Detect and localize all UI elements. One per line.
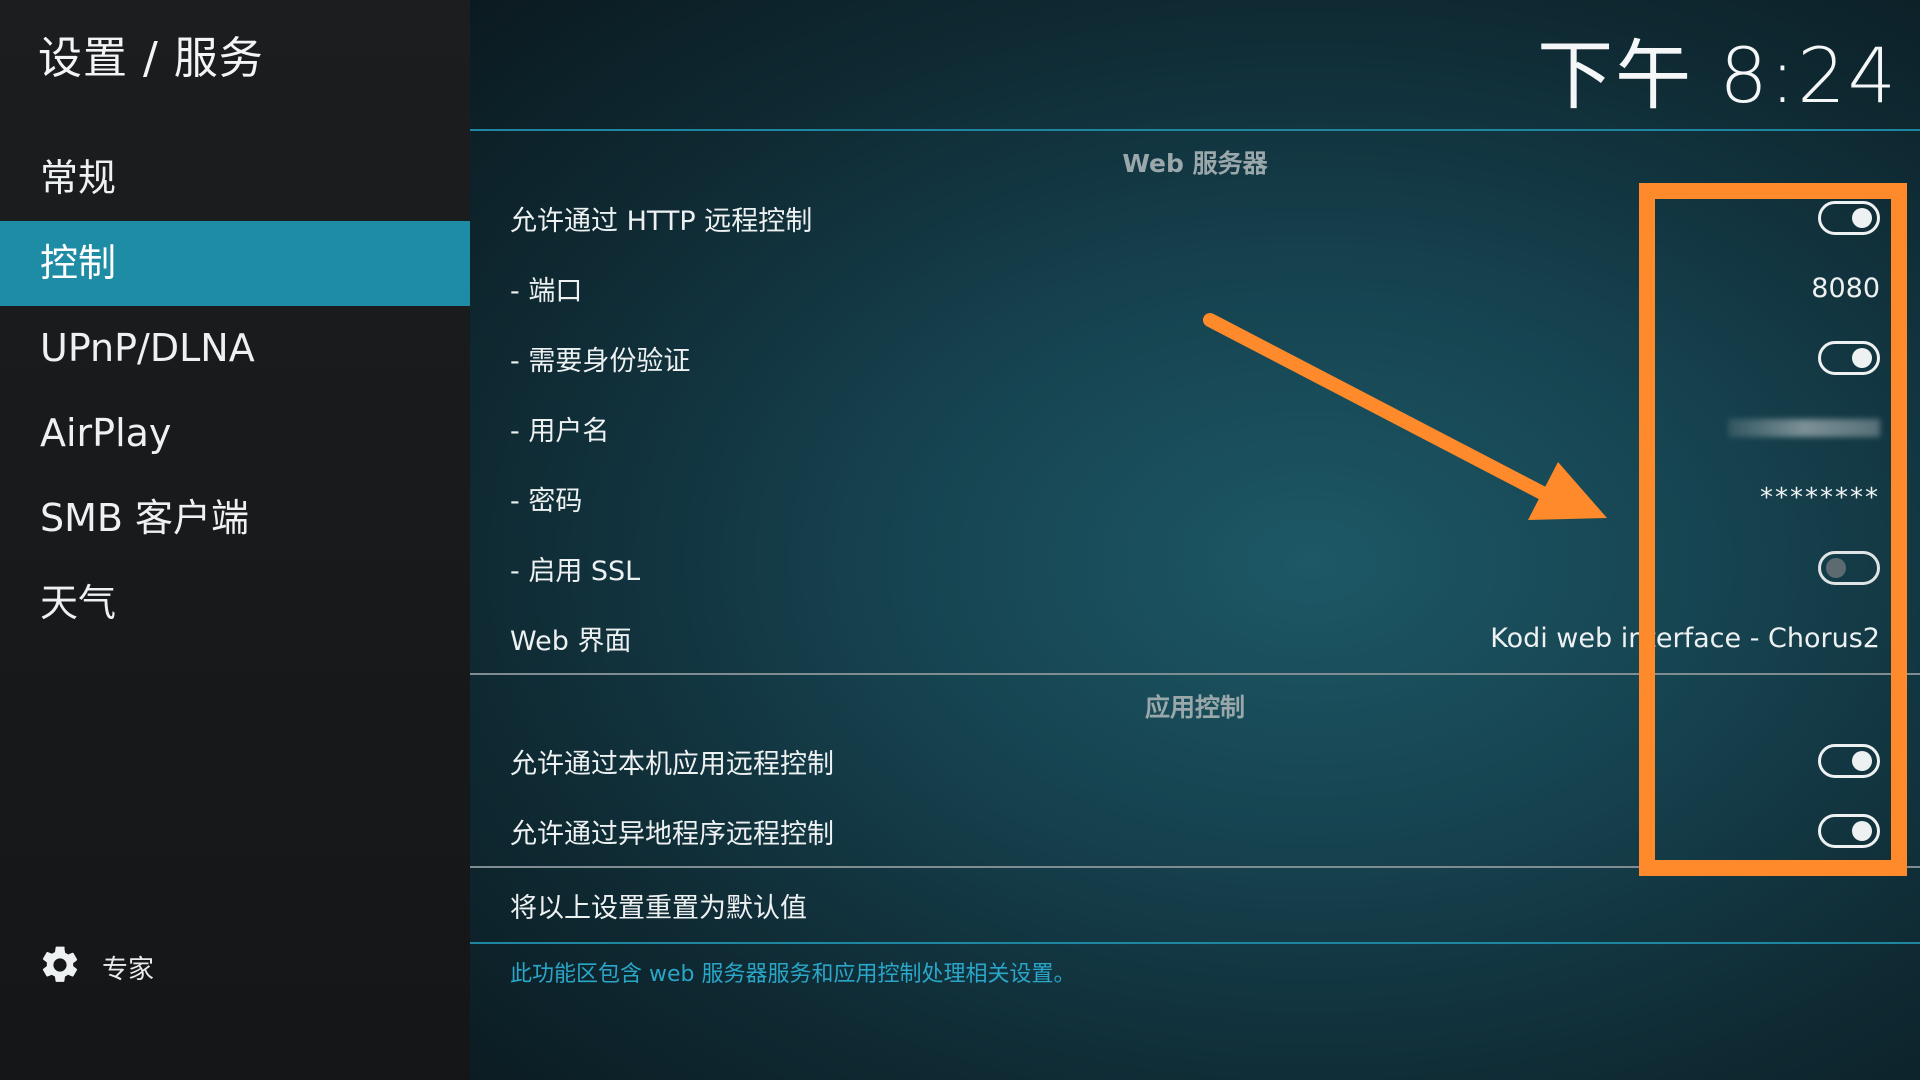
toggle-knob <box>1852 348 1872 368</box>
help-text: 此功能区包含 web 服务器服务和应用控制处理相关设置。 <box>510 962 1076 987</box>
toggle-knob <box>1852 208 1872 228</box>
section-divider <box>470 673 1920 675</box>
setting-web-interface[interactable]: Web 界面 Kodi web interface - Chorus2 <box>510 603 1880 673</box>
sidebar: 设置 / 服务 常规 控制 UPnP/DLNA AirPlay SMB 客户端 … <box>0 0 470 1080</box>
main-panel: 下午 8:24 Web 服务器 允许通过 HTTP 远程控制 - 端口 8080… <box>470 0 1920 1080</box>
setting-password[interactable]: - 密码 ******** <box>510 463 1880 533</box>
setting-label: 允许通过异地程序远程控制 <box>510 818 834 850</box>
setting-allow-local-apps[interactable]: 允许通过本机应用远程控制 <box>510 726 1880 796</box>
clock: 下午 8:24 <box>1537 31 1898 120</box>
sidebar-menu: 常规 控制 UPnP/DLNA AirPlay SMB 客户端 天气 <box>0 136 470 646</box>
settings-level-label: 专家 <box>102 954 155 985</box>
toggle-allow-remote-apps[interactable] <box>1818 814 1880 848</box>
setting-port[interactable]: - 端口 8080 <box>510 253 1880 323</box>
setting-label: 允许通过本机应用远程控制 <box>510 748 834 780</box>
toggle-enable-ssl[interactable] <box>1818 551 1880 585</box>
setting-label: - 需要身份验证 <box>510 345 691 377</box>
setting-require-auth[interactable]: - 需要身份验证 <box>510 323 1880 393</box>
setting-label: 允许通过 HTTP 远程控制 <box>510 205 813 237</box>
username-value-redacted <box>1728 419 1880 437</box>
reset-label: 将以上设置重置为默认值 <box>510 892 807 924</box>
toggle-knob <box>1852 751 1872 771</box>
toggle-allow-local-apps[interactable] <box>1818 744 1880 778</box>
section-divider <box>470 866 1920 868</box>
kodi-settings-screen: 设置 / 服务 常规 控制 UPnP/DLNA AirPlay SMB 客户端 … <box>0 0 1920 1080</box>
setting-enable-ssl[interactable]: - 启用 SSL <box>510 533 1880 603</box>
web-interface-value: Kodi web interface - Chorus2 <box>1490 622 1880 654</box>
setting-allow-http-control[interactable]: 允许通过 HTTP 远程控制 <box>510 183 1880 253</box>
setting-label: - 端口 <box>510 275 583 307</box>
toggle-require-auth[interactable] <box>1818 341 1880 375</box>
help-divider <box>470 942 1920 944</box>
setting-username[interactable]: - 用户名 <box>510 393 1880 463</box>
toggle-knob <box>1852 821 1872 841</box>
gear-icon <box>38 943 82 991</box>
password-value: ******** <box>1760 483 1880 513</box>
settings-level-button[interactable]: 专家 <box>38 942 154 992</box>
reset-settings-button[interactable]: 将以上设置重置为默认值 <box>510 870 1880 940</box>
setting-label: - 密码 <box>510 485 583 517</box>
header-divider <box>470 129 1920 131</box>
sidebar-item-smb-client[interactable]: SMB 客户端 <box>0 476 470 561</box>
sidebar-item-upnp-dlna[interactable]: UPnP/DLNA <box>0 306 470 391</box>
section-title-web-server: Web 服务器 <box>1122 149 1268 178</box>
setting-allow-remote-apps[interactable]: 允许通过异地程序远程控制 <box>510 796 1880 866</box>
toggle-knob <box>1826 558 1846 578</box>
port-value: 8080 <box>1811 272 1880 304</box>
setting-label: - 启用 SSL <box>510 555 641 587</box>
setting-label: Web 界面 <box>510 625 632 657</box>
sidebar-item-general[interactable]: 常规 <box>0 136 470 221</box>
sidebar-item-weather[interactable]: 天气 <box>0 561 470 646</box>
breadcrumb: 设置 / 服务 <box>38 33 264 84</box>
section-title-app-control: 应用控制 <box>1144 693 1245 722</box>
toggle-allow-http-control[interactable] <box>1818 201 1880 235</box>
sidebar-item-control[interactable]: 控制 <box>0 221 470 306</box>
sidebar-item-airplay[interactable]: AirPlay <box>0 391 470 476</box>
setting-label: - 用户名 <box>510 415 610 447</box>
